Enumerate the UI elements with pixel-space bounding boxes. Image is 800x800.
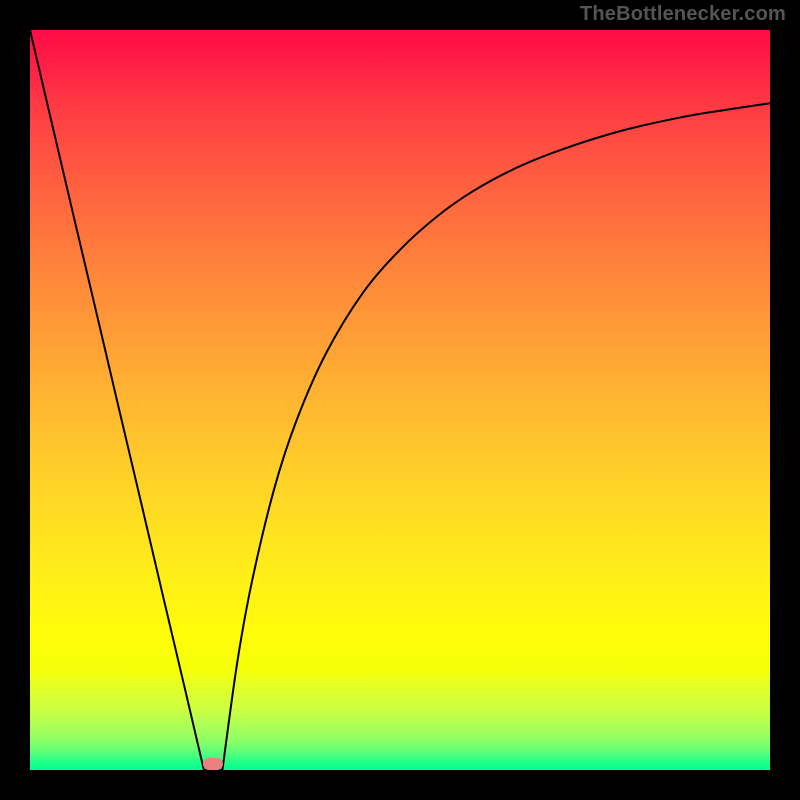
- plot-area: [30, 30, 770, 770]
- gradient-background: [30, 30, 770, 770]
- watermark-text: TheBottlenecker.com: [580, 3, 786, 26]
- chart-frame: TheBottlenecker.com: [0, 0, 800, 800]
